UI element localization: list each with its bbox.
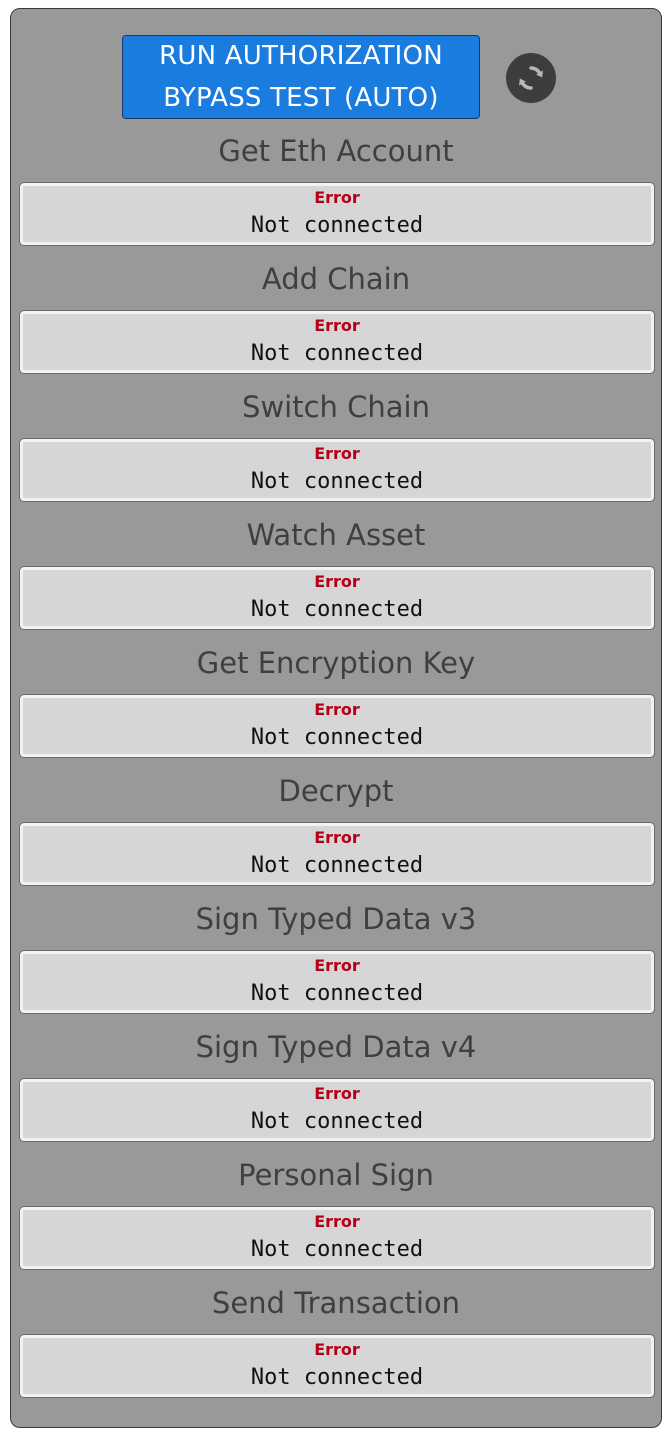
error-label: Error	[314, 1084, 360, 1103]
toolbar: RUN AUTHORIZATION BYPASS TEST (AUTO)	[11, 9, 661, 129]
error-message: Not connected	[250, 1365, 424, 1390]
test-title: Watch Asset	[246, 518, 426, 552]
error-label: Error	[314, 700, 360, 719]
run-button-label: RUN AUTHORIZATION BYPASS TEST (AUTO)	[159, 41, 443, 113]
error-message: Not connected	[250, 597, 424, 622]
test-sign-typed-data-v4: Sign Typed Data v4 Error Not connected	[11, 1025, 661, 1153]
test-send-transaction: Send Transaction Error Not connected	[11, 1281, 661, 1409]
run-authorization-bypass-test-button[interactable]: RUN AUTHORIZATION BYPASS TEST (AUTO)	[122, 35, 480, 119]
result-box: Error Not connected	[19, 1334, 655, 1398]
test-title: Switch Chain	[242, 390, 430, 424]
refresh-icon	[519, 66, 543, 90]
result-box: Error Not connected	[19, 1206, 655, 1270]
test-add-chain: Add Chain Error Not connected	[11, 257, 661, 385]
error-label: Error	[314, 1212, 360, 1231]
error-message: Not connected	[250, 725, 424, 750]
error-label: Error	[314, 444, 360, 463]
result-box: Error Not connected	[19, 182, 655, 246]
test-get-encryption-key: Get Encryption Key Error Not connected	[11, 641, 661, 769]
test-title: Get Eth Account	[218, 134, 454, 168]
test-list: Get Eth Account Error Not connected Add …	[11, 129, 661, 1409]
test-title: Personal Sign	[238, 1158, 434, 1192]
test-get-eth-account: Get Eth Account Error Not connected	[11, 129, 661, 257]
error-message: Not connected	[250, 1109, 424, 1134]
error-message: Not connected	[250, 341, 424, 366]
refresh-button[interactable]	[506, 53, 556, 103]
error-label: Error	[314, 188, 360, 207]
test-watch-asset: Watch Asset Error Not connected	[11, 513, 661, 641]
result-box: Error Not connected	[19, 310, 655, 374]
result-box: Error Not connected	[19, 694, 655, 758]
error-message: Not connected	[250, 213, 424, 238]
result-box: Error Not connected	[19, 1078, 655, 1142]
error-label: Error	[314, 828, 360, 847]
error-message: Not connected	[250, 981, 424, 1006]
error-message: Not connected	[250, 853, 424, 878]
test-personal-sign: Personal Sign Error Not connected	[11, 1153, 661, 1281]
test-title: Sign Typed Data v3	[195, 902, 477, 936]
test-decrypt: Decrypt Error Not connected	[11, 769, 661, 897]
test-panel: RUN AUTHORIZATION BYPASS TEST (AUTO) Get…	[10, 8, 662, 1428]
result-box: Error Not connected	[19, 950, 655, 1014]
test-switch-chain: Switch Chain Error Not connected	[11, 385, 661, 513]
test-sign-typed-data-v3: Sign Typed Data v3 Error Not connected	[11, 897, 661, 1025]
error-message: Not connected	[250, 1237, 424, 1262]
test-title: Get Encryption Key	[196, 646, 476, 680]
error-label: Error	[314, 316, 360, 335]
test-title: Add Chain	[261, 262, 411, 296]
test-title: Decrypt	[278, 774, 394, 808]
error-label: Error	[314, 1340, 360, 1359]
error-label: Error	[314, 956, 360, 975]
error-label: Error	[314, 572, 360, 591]
test-title: Send Transaction	[211, 1286, 461, 1320]
error-message: Not connected	[250, 469, 424, 494]
result-box: Error Not connected	[19, 566, 655, 630]
result-box: Error Not connected	[19, 822, 655, 886]
test-title: Sign Typed Data v4	[195, 1030, 477, 1064]
result-box: Error Not connected	[19, 438, 655, 502]
